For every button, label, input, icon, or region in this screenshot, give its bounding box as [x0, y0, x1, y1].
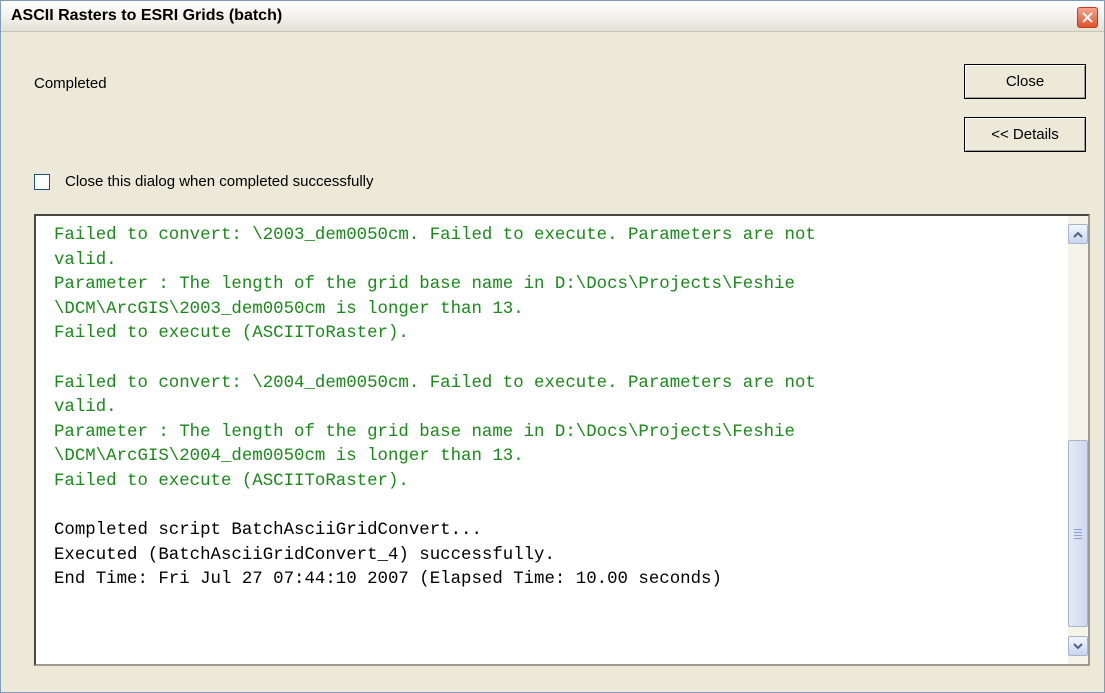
log-line: Parameter : The length of the grid base …	[54, 275, 795, 295]
log-line: Failed to convert: \2003_dem0050cm. Fail…	[54, 226, 816, 245]
grip-icon	[1074, 527, 1082, 541]
close-when-done-option[interactable]: Close this dialog when completed success…	[34, 173, 374, 190]
status-text: Completed	[34, 75, 107, 92]
vertical-scrollbar[interactable]	[1068, 216, 1088, 664]
details-button[interactable]: << Details	[964, 117, 1086, 152]
log-text: Failed to convert: \2003_dem0050cm. Fail…	[54, 224, 1048, 593]
log-line: End Time: Fri Jul 27 07:44:10 2007 (Elap…	[54, 570, 722, 590]
log-line: \DCM\ArcGIS\2003_dem0050cm is longer tha…	[54, 299, 524, 319]
window-title: ASCII Rasters to ESRI Grids (batch)	[11, 7, 283, 24]
dialog-window: ASCII Rasters to ESRI Grids (batch) Comp…	[0, 0, 1105, 693]
log-line: \DCM\ArcGIS\2004_dem0050cm is longer tha…	[54, 447, 524, 467]
log-line: Failed to execute (ASCIIToRaster).	[54, 471, 409, 491]
log-line: Parameter : The length of the grid base …	[54, 422, 795, 442]
log-line: Executed (BatchAsciiGridConvert_4) succe…	[54, 545, 555, 565]
log-line: Completed script BatchAsciiGridConvert..…	[54, 521, 482, 541]
log-line: Failed to convert: \2004_dem0050cm. Fail…	[54, 373, 816, 393]
message-log[interactable]: Failed to convert: \2003_dem0050cm. Fail…	[34, 214, 1090, 666]
close-when-done-label: Close this dialog when completed success…	[65, 173, 374, 190]
log-line: valid.	[54, 398, 117, 418]
close-button[interactable]: Close	[964, 64, 1086, 99]
log-line: valid.	[54, 250, 117, 270]
title-bar[interactable]: ASCII Rasters to ESRI Grids (batch)	[1, 1, 1104, 32]
chevron-up-icon[interactable]	[1068, 224, 1088, 244]
chevron-down-icon[interactable]	[1068, 636, 1088, 656]
close-icon[interactable]	[1077, 7, 1098, 28]
log-line: Failed to execute (ASCIIToRaster).	[54, 324, 409, 344]
scroll-thumb[interactable]	[1068, 440, 1088, 627]
close-when-done-checkbox[interactable]	[34, 173, 50, 190]
